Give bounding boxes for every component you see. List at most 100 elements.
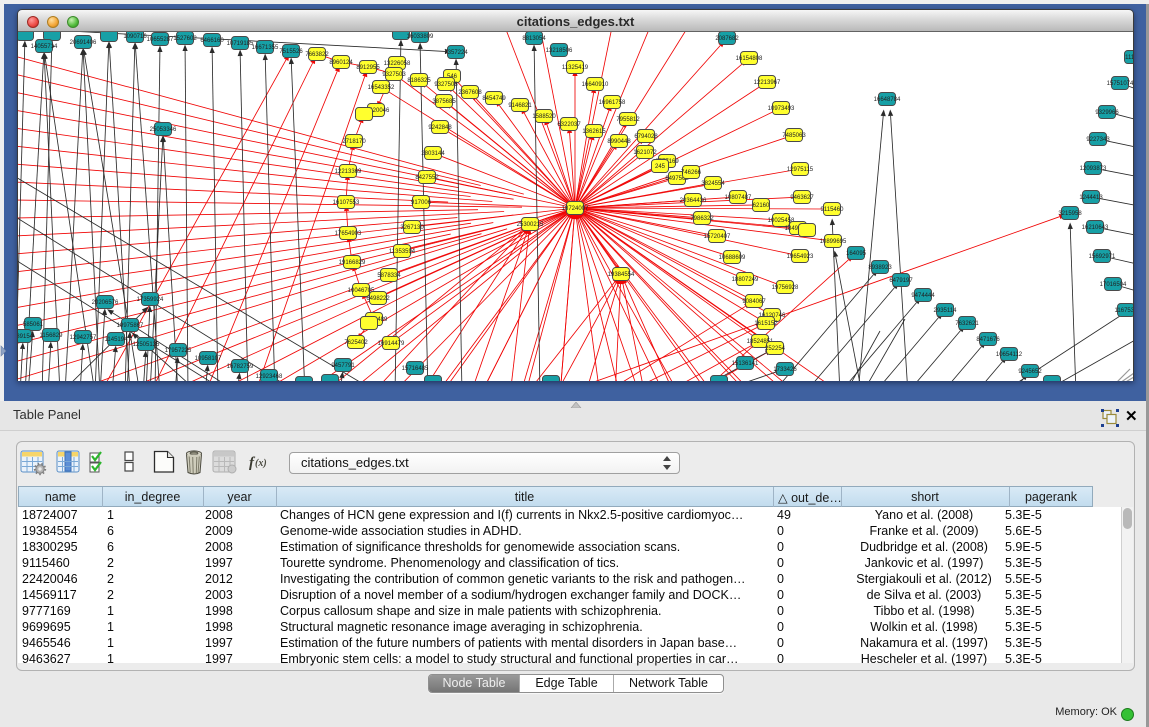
svg-text:19654923: 19654923 xyxy=(787,254,814,260)
svg-text:9474444: 9474444 xyxy=(911,293,935,299)
svg-text:19384554: 19384554 xyxy=(608,272,635,278)
svg-text:9115460: 9115460 xyxy=(821,207,845,213)
svg-text:9245652: 9245652 xyxy=(1018,369,1042,375)
svg-text:1588520: 1588520 xyxy=(532,114,556,120)
svg-text:2367608: 2367608 xyxy=(458,90,482,96)
svg-text:2087682: 2087682 xyxy=(715,36,739,42)
svg-text:18807249: 18807249 xyxy=(732,277,759,283)
svg-text:6498222: 6498222 xyxy=(366,296,390,302)
svg-text:9242848: 9242848 xyxy=(428,125,452,131)
svg-text:12093873: 12093873 xyxy=(1080,166,1107,172)
svg-text:16640910: 16640910 xyxy=(582,82,609,88)
svg-text:20691406: 20691406 xyxy=(70,40,97,46)
svg-text:20364436: 20364436 xyxy=(680,198,707,204)
svg-text:12942757: 12942757 xyxy=(70,335,97,341)
svg-text:17957225: 17957225 xyxy=(165,348,192,354)
svg-text:1145194: 1145194 xyxy=(105,337,129,343)
svg-text:11353594: 11353594 xyxy=(389,249,416,255)
svg-text:13218506: 13218506 xyxy=(546,48,573,54)
svg-text:18724007: 18724007 xyxy=(562,206,589,212)
svg-text:12213967: 12213967 xyxy=(754,80,781,86)
svg-text:15716485: 15716485 xyxy=(402,366,429,372)
svg-text:585061: 585061 xyxy=(23,322,44,328)
svg-text:10719185: 10719185 xyxy=(227,41,254,47)
svg-text:14055714: 14055714 xyxy=(31,44,58,50)
svg-text:16033809: 16033809 xyxy=(407,34,434,40)
svg-text:1733426: 1733426 xyxy=(773,367,797,373)
svg-text:6479197: 6479197 xyxy=(889,278,913,284)
svg-text:1156829: 1156829 xyxy=(40,333,64,339)
svg-text:9327503: 9327503 xyxy=(382,72,406,78)
svg-text:25300215: 25300215 xyxy=(517,222,544,228)
svg-text:9457791: 9457791 xyxy=(331,363,355,369)
svg-text:5878334: 5878334 xyxy=(377,273,401,279)
svg-text:2718170: 2718170 xyxy=(342,139,366,145)
svg-text:1167533: 1167533 xyxy=(1115,308,1133,314)
svg-text:7955812: 7955812 xyxy=(616,117,640,123)
svg-text:1244413: 1244413 xyxy=(1079,195,1103,201)
svg-text:10654112: 10654112 xyxy=(996,352,1023,358)
svg-text:19756928: 19756928 xyxy=(772,285,799,291)
svg-text:9146821: 9146821 xyxy=(508,103,532,109)
svg-text:16210643: 16210643 xyxy=(1082,225,1109,231)
svg-text:6794028: 6794028 xyxy=(634,134,658,140)
svg-text:1362615: 1362615 xyxy=(582,129,606,135)
svg-text:7663822: 7663822 xyxy=(305,52,329,58)
svg-text:164095: 164095 xyxy=(846,251,867,257)
svg-text:15720407: 15720407 xyxy=(704,234,731,240)
svg-text:10899695: 10899695 xyxy=(820,239,847,245)
svg-text:139154: 139154 xyxy=(18,334,34,340)
svg-text:3215958: 3215958 xyxy=(1058,211,1082,217)
svg-text:8454749: 8454749 xyxy=(482,96,506,102)
svg-text:8960124: 8960124 xyxy=(329,60,353,66)
svg-text:10973493: 10973493 xyxy=(768,106,795,112)
svg-text:15136141: 15136141 xyxy=(732,361,759,367)
svg-text:7986322: 7986322 xyxy=(690,216,714,222)
svg-text:245: 245 xyxy=(655,164,666,170)
svg-text:16782759: 16782759 xyxy=(227,364,254,370)
svg-text:12213369: 12213369 xyxy=(335,169,362,175)
svg-text:3824554: 3824554 xyxy=(701,181,725,187)
svg-text:11325419: 11325419 xyxy=(562,65,589,71)
svg-text:15751074: 15751074 xyxy=(1107,81,1133,87)
svg-text:8427552: 8427552 xyxy=(415,175,439,181)
svg-text:1090716: 1090716 xyxy=(123,34,147,40)
svg-text:25053346: 25053346 xyxy=(150,127,177,133)
svg-text:20206576: 20206576 xyxy=(92,300,119,306)
svg-text:8938923: 8938923 xyxy=(868,265,892,271)
svg-text:3267130: 3267130 xyxy=(400,225,424,231)
svg-text:746266: 746266 xyxy=(681,170,702,176)
svg-text:62160: 62160 xyxy=(753,203,770,209)
svg-text:9463627: 9463627 xyxy=(790,195,814,201)
svg-text:8990448: 8990448 xyxy=(607,139,631,145)
svg-text:9329966: 9329966 xyxy=(1095,110,1119,116)
svg-text:17359924: 17359924 xyxy=(137,297,164,303)
svg-text:16648784: 16648784 xyxy=(874,97,901,103)
svg-text:16961758: 16961758 xyxy=(599,100,626,106)
svg-text:10688609: 10688609 xyxy=(719,255,746,261)
svg-text:1615152: 1615152 xyxy=(754,321,778,327)
svg-text:8912955: 8912955 xyxy=(356,65,380,71)
svg-text:252254: 252254 xyxy=(765,346,786,352)
svg-text:7632621: 7632621 xyxy=(955,321,979,327)
svg-text:7485063: 7485063 xyxy=(782,133,806,139)
svg-text:16671355: 16671355 xyxy=(252,45,279,51)
svg-text:10807487: 10807487 xyxy=(725,195,752,201)
svg-text:10655287: 10655287 xyxy=(147,37,174,43)
svg-text:17654903: 17654903 xyxy=(335,231,362,237)
svg-text:2803144: 2803144 xyxy=(421,151,445,157)
svg-text:7625402: 7625402 xyxy=(344,340,368,346)
svg-text:917006: 917006 xyxy=(411,200,432,206)
svg-text:16543352: 16543352 xyxy=(368,85,395,91)
svg-text:17016504: 17016504 xyxy=(1100,282,1127,288)
svg-text:2935114: 2935114 xyxy=(934,308,958,314)
svg-text:16914479: 16914479 xyxy=(378,341,405,347)
svg-text:9227343: 9227343 xyxy=(1086,137,1110,143)
svg-text:12975115: 12975115 xyxy=(787,167,814,173)
svg-text:12923468: 12923468 xyxy=(256,374,283,380)
svg-text:16107553: 16107553 xyxy=(333,200,360,206)
svg-text:9327508: 9327508 xyxy=(434,82,458,88)
svg-text:(x): (x) xyxy=(255,458,267,469)
svg-text:6466160: 6466160 xyxy=(200,38,224,44)
svg-text:10958107: 10958107 xyxy=(195,356,222,362)
